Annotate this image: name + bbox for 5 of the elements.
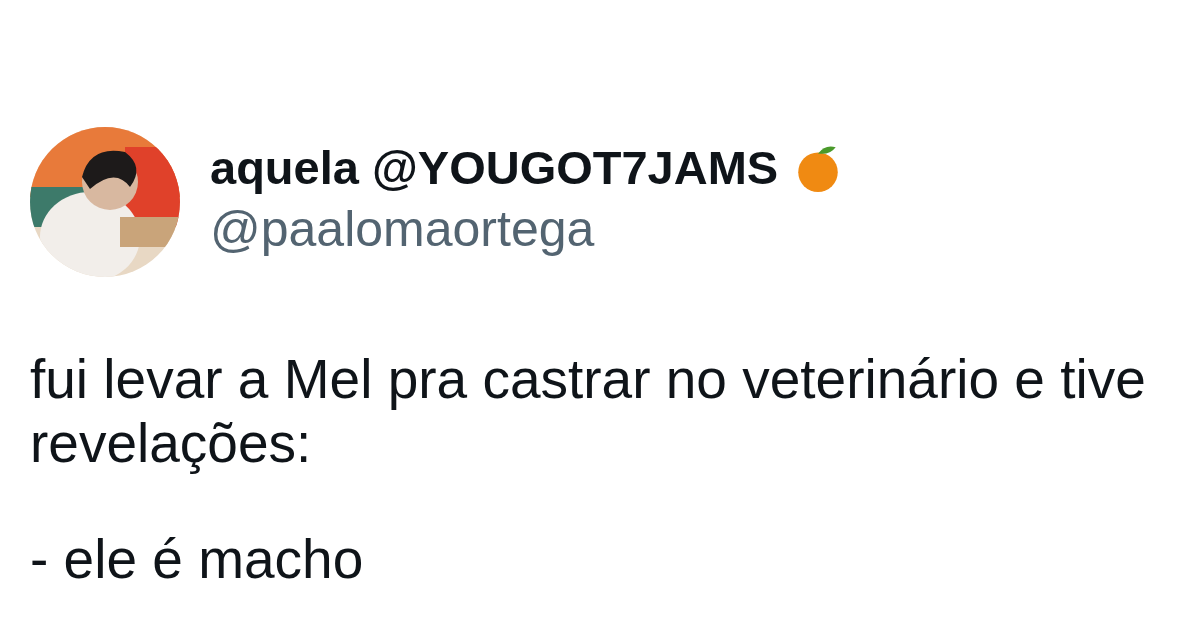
user-handle: @paalomaortega (210, 200, 596, 258)
tweet-text: - ele é macho (30, 527, 364, 591)
display-name: aquela @YOUGOT7JAMS (210, 140, 779, 196)
tweet-text: fui levar a Mel pra castrar no veterinário e tive (30, 347, 1146, 411)
tweet-text: revelações: (30, 411, 312, 475)
